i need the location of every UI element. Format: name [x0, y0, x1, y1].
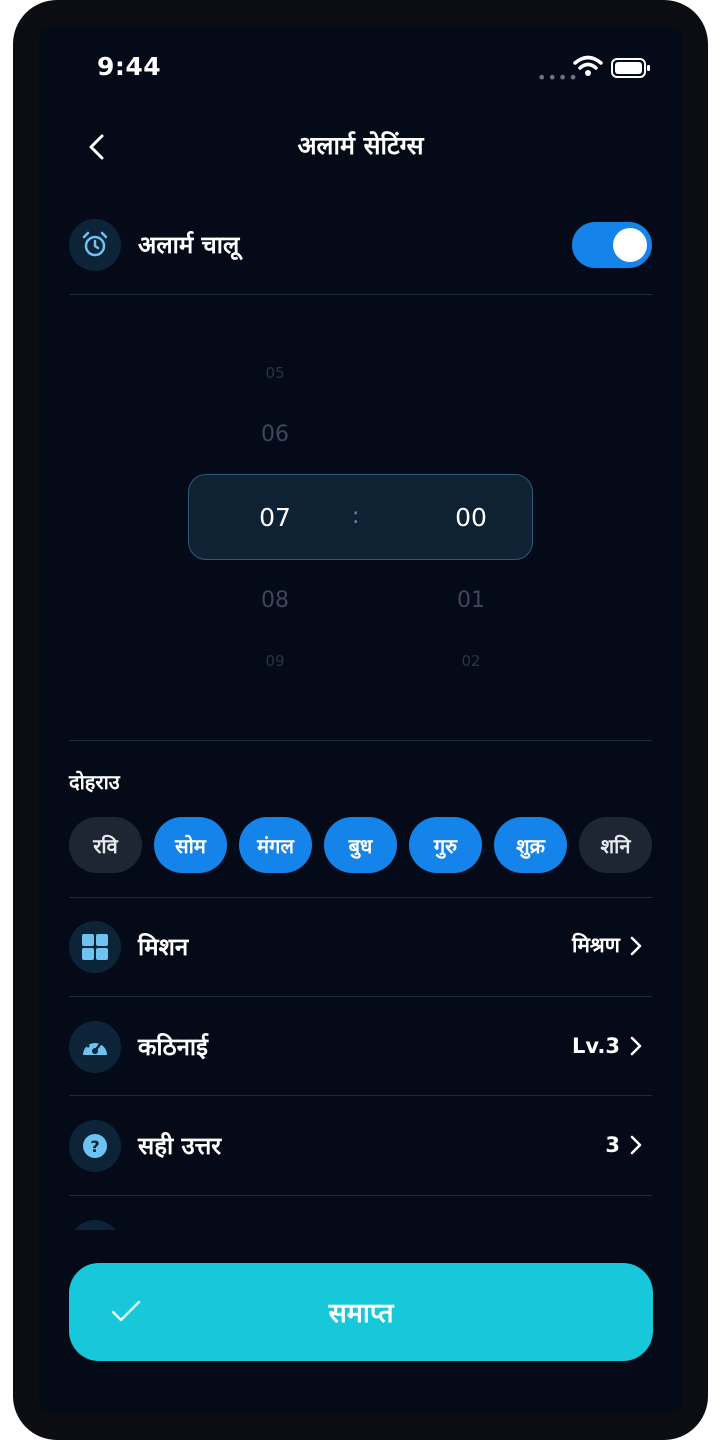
gauge-icon: [69, 1021, 121, 1073]
hour-option[interactable]: 09: [225, 652, 325, 670]
divider: [69, 1195, 652, 1196]
divider: [69, 294, 652, 295]
minute-option[interactable]: 02: [421, 652, 521, 670]
grid-icon: [69, 921, 121, 973]
svg-text:?: ?: [90, 1137, 99, 1156]
day-chip-wed[interactable]: बुध: [324, 817, 397, 873]
divider: [69, 1095, 652, 1096]
hour-option[interactable]: 06: [225, 422, 325, 447]
done-button-label: समाप्त: [328, 1298, 394, 1329]
page-title: अलार्म सेटिंग्स: [297, 131, 424, 160]
difficulty-value: Lv.3: [572, 1034, 620, 1058]
phone-frame: 9:44 •••• अलार्म सेटिंग्स अलार्म चालू 05…: [13, 0, 708, 1440]
divider: [69, 740, 652, 741]
battery-icon: [611, 58, 650, 78]
hour-option[interactable]: 08: [225, 588, 325, 613]
alarm-clock-icon: [69, 219, 121, 271]
divider: [69, 897, 652, 898]
question-icon: ?: [69, 1120, 121, 1172]
screen: 9:44 •••• अलार्म सेटिंग्स अलार्म चालू 05…: [39, 28, 682, 1412]
difficulty-label: कठिनाई: [138, 1033, 208, 1061]
divider: [69, 996, 652, 997]
wifi-icon: [573, 55, 603, 76]
day-chip-thu[interactable]: गुरु: [409, 817, 482, 873]
chevron-right-icon: [630, 1036, 642, 1056]
correct-answers-label: सही उत्तर: [138, 1132, 222, 1160]
time-separator: :: [352, 504, 360, 529]
day-chip-fri[interactable]: शुक्र: [494, 817, 567, 873]
alarm-enabled-label: अलार्म चालू: [138, 231, 240, 259]
done-button[interactable]: समाप्त: [69, 1263, 653, 1361]
alarm-toggle[interactable]: [572, 222, 652, 268]
day-chip-sat[interactable]: शनि: [579, 817, 652, 873]
selected-hour[interactable]: 07: [225, 503, 325, 532]
chevron-right-icon: [630, 936, 642, 956]
hour-option[interactable]: 05: [225, 364, 325, 382]
repeat-label: दोहराउ: [69, 770, 120, 794]
day-chip-tue[interactable]: मंगल: [239, 817, 312, 873]
toggle-knob: [613, 228, 647, 262]
mission-value: मिश्रण: [571, 933, 620, 957]
mission-label: मिशन: [138, 933, 189, 961]
selected-minute[interactable]: 00: [421, 503, 521, 532]
chevron-right-icon: [630, 1135, 642, 1155]
correct-answers-value: 3: [605, 1133, 620, 1157]
day-chip-sun[interactable]: रवि: [69, 817, 142, 873]
minute-option[interactable]: 01: [421, 588, 521, 613]
day-chip-mon[interactable]: सोम: [154, 817, 227, 873]
status-time: 9:44: [97, 52, 162, 81]
